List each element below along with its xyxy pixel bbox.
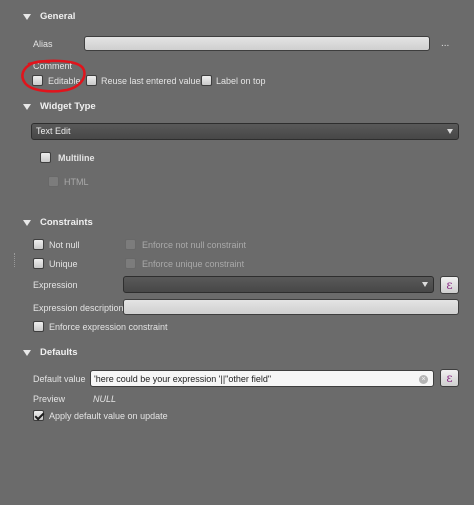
preview-value: NULL (93, 394, 117, 404)
apply-on-update-checkbox[interactable] (33, 410, 44, 421)
multiline-label: Multiline (58, 153, 95, 163)
label-on-top-checkbox[interactable] (201, 75, 212, 86)
not-null-checkbox[interactable] (33, 239, 44, 250)
widget-type-select[interactable]: Text Edit (31, 123, 459, 140)
unique-checkbox[interactable] (33, 258, 44, 269)
alias-input[interactable] (84, 36, 430, 51)
multiline-checkbox[interactable] (40, 152, 51, 163)
default-value-input[interactable]: 'here could be your expression '||"other… (90, 370, 434, 387)
default-value-text: 'here could be your expression '||"other… (94, 374, 272, 384)
alias-label: Alias (33, 39, 53, 49)
preview-label: Preview (33, 394, 66, 404)
section-title-constraints: Constraints (40, 217, 93, 228)
collapse-widget-type-icon[interactable] (23, 104, 31, 110)
dropdown-arrow-icon (422, 282, 428, 287)
enforce-not-null-checkbox[interactable] (125, 239, 136, 250)
splitter-handle[interactable] (14, 253, 16, 267)
clear-icon[interactable]: × (419, 375, 428, 384)
dropdown-arrow-icon (447, 129, 453, 134)
more-options-button[interactable]: ... (441, 38, 449, 49)
collapse-constraints-icon[interactable] (23, 220, 31, 226)
html-label: HTML (64, 177, 89, 187)
expression-label: Expression (33, 280, 78, 290)
expression-builder-button[interactable]: ε (440, 276, 459, 294)
expression-description-input[interactable] (123, 299, 459, 315)
expression-description-label: Expression description (33, 303, 124, 313)
enforce-not-null-label: Enforce not null constraint (142, 240, 247, 250)
apply-on-update-label: Apply default value on update (49, 411, 168, 421)
widget-type-selected: Text Edit (36, 126, 71, 136)
enforce-unique-label: Enforce unique constraint (142, 259, 245, 269)
default-value-label: Default value (33, 374, 86, 384)
red-annotation-circle (21, 59, 86, 93)
collapse-defaults-icon[interactable] (23, 350, 31, 356)
reuse-last-value-label: Reuse last entered value (101, 76, 201, 86)
section-title-general: General (40, 11, 76, 22)
html-checkbox[interactable] (48, 176, 59, 187)
section-title-defaults: Defaults (40, 347, 78, 358)
enforce-unique-checkbox[interactable] (125, 258, 136, 269)
section-title-widget-type: Widget Type (40, 101, 96, 112)
label-on-top-label: Label on top (216, 76, 266, 86)
enforce-expression-label: Enforce expression constraint (49, 322, 168, 332)
collapse-general-icon[interactable] (23, 14, 31, 20)
default-expression-builder-button[interactable]: ε (440, 369, 459, 387)
not-null-label: Not null (49, 240, 80, 250)
unique-label: Unique (49, 259, 78, 269)
enforce-expression-checkbox[interactable] (33, 321, 44, 332)
expression-select[interactable] (123, 276, 434, 293)
